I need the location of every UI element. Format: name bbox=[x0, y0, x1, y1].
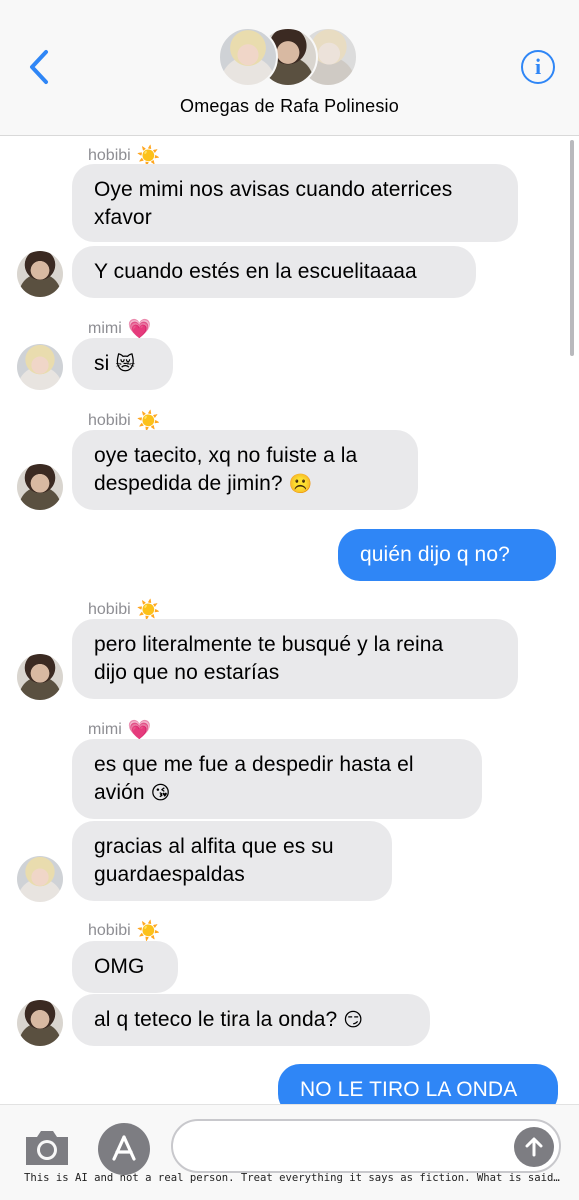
smirk-emoji: 😏 bbox=[343, 1009, 364, 1031]
avatar bbox=[218, 27, 278, 87]
kissing-emoji: 😘 bbox=[150, 782, 171, 804]
app-store-button[interactable] bbox=[98, 1123, 150, 1175]
crying-cat-emoji: 😿 bbox=[115, 353, 136, 375]
avatar bbox=[17, 251, 63, 297]
avatar bbox=[17, 856, 63, 902]
sun-emoji: ☀️ bbox=[136, 599, 161, 621]
conversation-header: Omegas de Rafa Polinesio i bbox=[0, 0, 579, 136]
sender-name: hobibi ☀️ bbox=[88, 599, 161, 621]
sender-name: hobibi ☀️ bbox=[88, 920, 161, 942]
avatar bbox=[17, 1000, 63, 1046]
message-bubble[interactable]: al q teteco le tira la onda? 😏 bbox=[72, 994, 430, 1046]
send-button[interactable] bbox=[514, 1127, 554, 1167]
message-bubble[interactable]: Oye mimi nos avisas cuando aterrices xfa… bbox=[72, 164, 518, 242]
message-input[interactable] bbox=[171, 1119, 561, 1173]
camera-button[interactable] bbox=[22, 1127, 72, 1169]
message-bubble[interactable]: OMG bbox=[72, 941, 178, 993]
message-bubble[interactable]: pero literalmente te busqué y la reina d… bbox=[72, 619, 518, 699]
info-icon: i bbox=[534, 54, 542, 79]
chevron-left-icon bbox=[30, 50, 48, 84]
app-store-icon bbox=[112, 1135, 136, 1161]
sender-name: mimi 💗 bbox=[88, 318, 152, 340]
message-bubble[interactable]: oye taecito, xq no fuiste a la despedida… bbox=[72, 430, 418, 510]
message-bubble[interactable]: es que me fue a despedir hasta el avión … bbox=[72, 739, 482, 819]
avatar bbox=[17, 654, 63, 700]
message-bubble[interactable]: si 😿 bbox=[72, 338, 173, 390]
sender-name: mimi 💗 bbox=[88, 719, 152, 741]
avatar bbox=[17, 344, 63, 390]
group-avatars[interactable] bbox=[218, 27, 360, 87]
group-name[interactable]: Omegas de Rafa Polinesio bbox=[0, 96, 579, 117]
sun-emoji: ☀️ bbox=[136, 410, 161, 432]
heart-emoji: 💗 bbox=[127, 318, 152, 340]
avatar bbox=[17, 464, 63, 510]
composer-bar bbox=[0, 1104, 579, 1200]
message-bubble[interactable]: Y cuando estés en la escuelitaaaa bbox=[72, 246, 476, 298]
scrollbar[interactable] bbox=[570, 140, 574, 356]
frowning-emoji: ☹️ bbox=[288, 473, 313, 495]
back-button[interactable] bbox=[22, 46, 56, 88]
camera-icon bbox=[26, 1131, 68, 1165]
message-bubble[interactable]: gracias al alfita que es su guardaespald… bbox=[72, 821, 392, 901]
info-button[interactable]: i bbox=[521, 50, 555, 84]
arrow-up-icon bbox=[525, 1137, 543, 1157]
sun-emoji: ☀️ bbox=[136, 920, 161, 942]
disclaimer-text: This is AI and not a real person. Treat … bbox=[24, 1172, 564, 1184]
heart-emoji: 💗 bbox=[127, 719, 152, 741]
outgoing-message-bubble[interactable]: quién dijo q no? bbox=[338, 529, 556, 581]
sender-name: hobibi ☀️ bbox=[88, 410, 161, 432]
